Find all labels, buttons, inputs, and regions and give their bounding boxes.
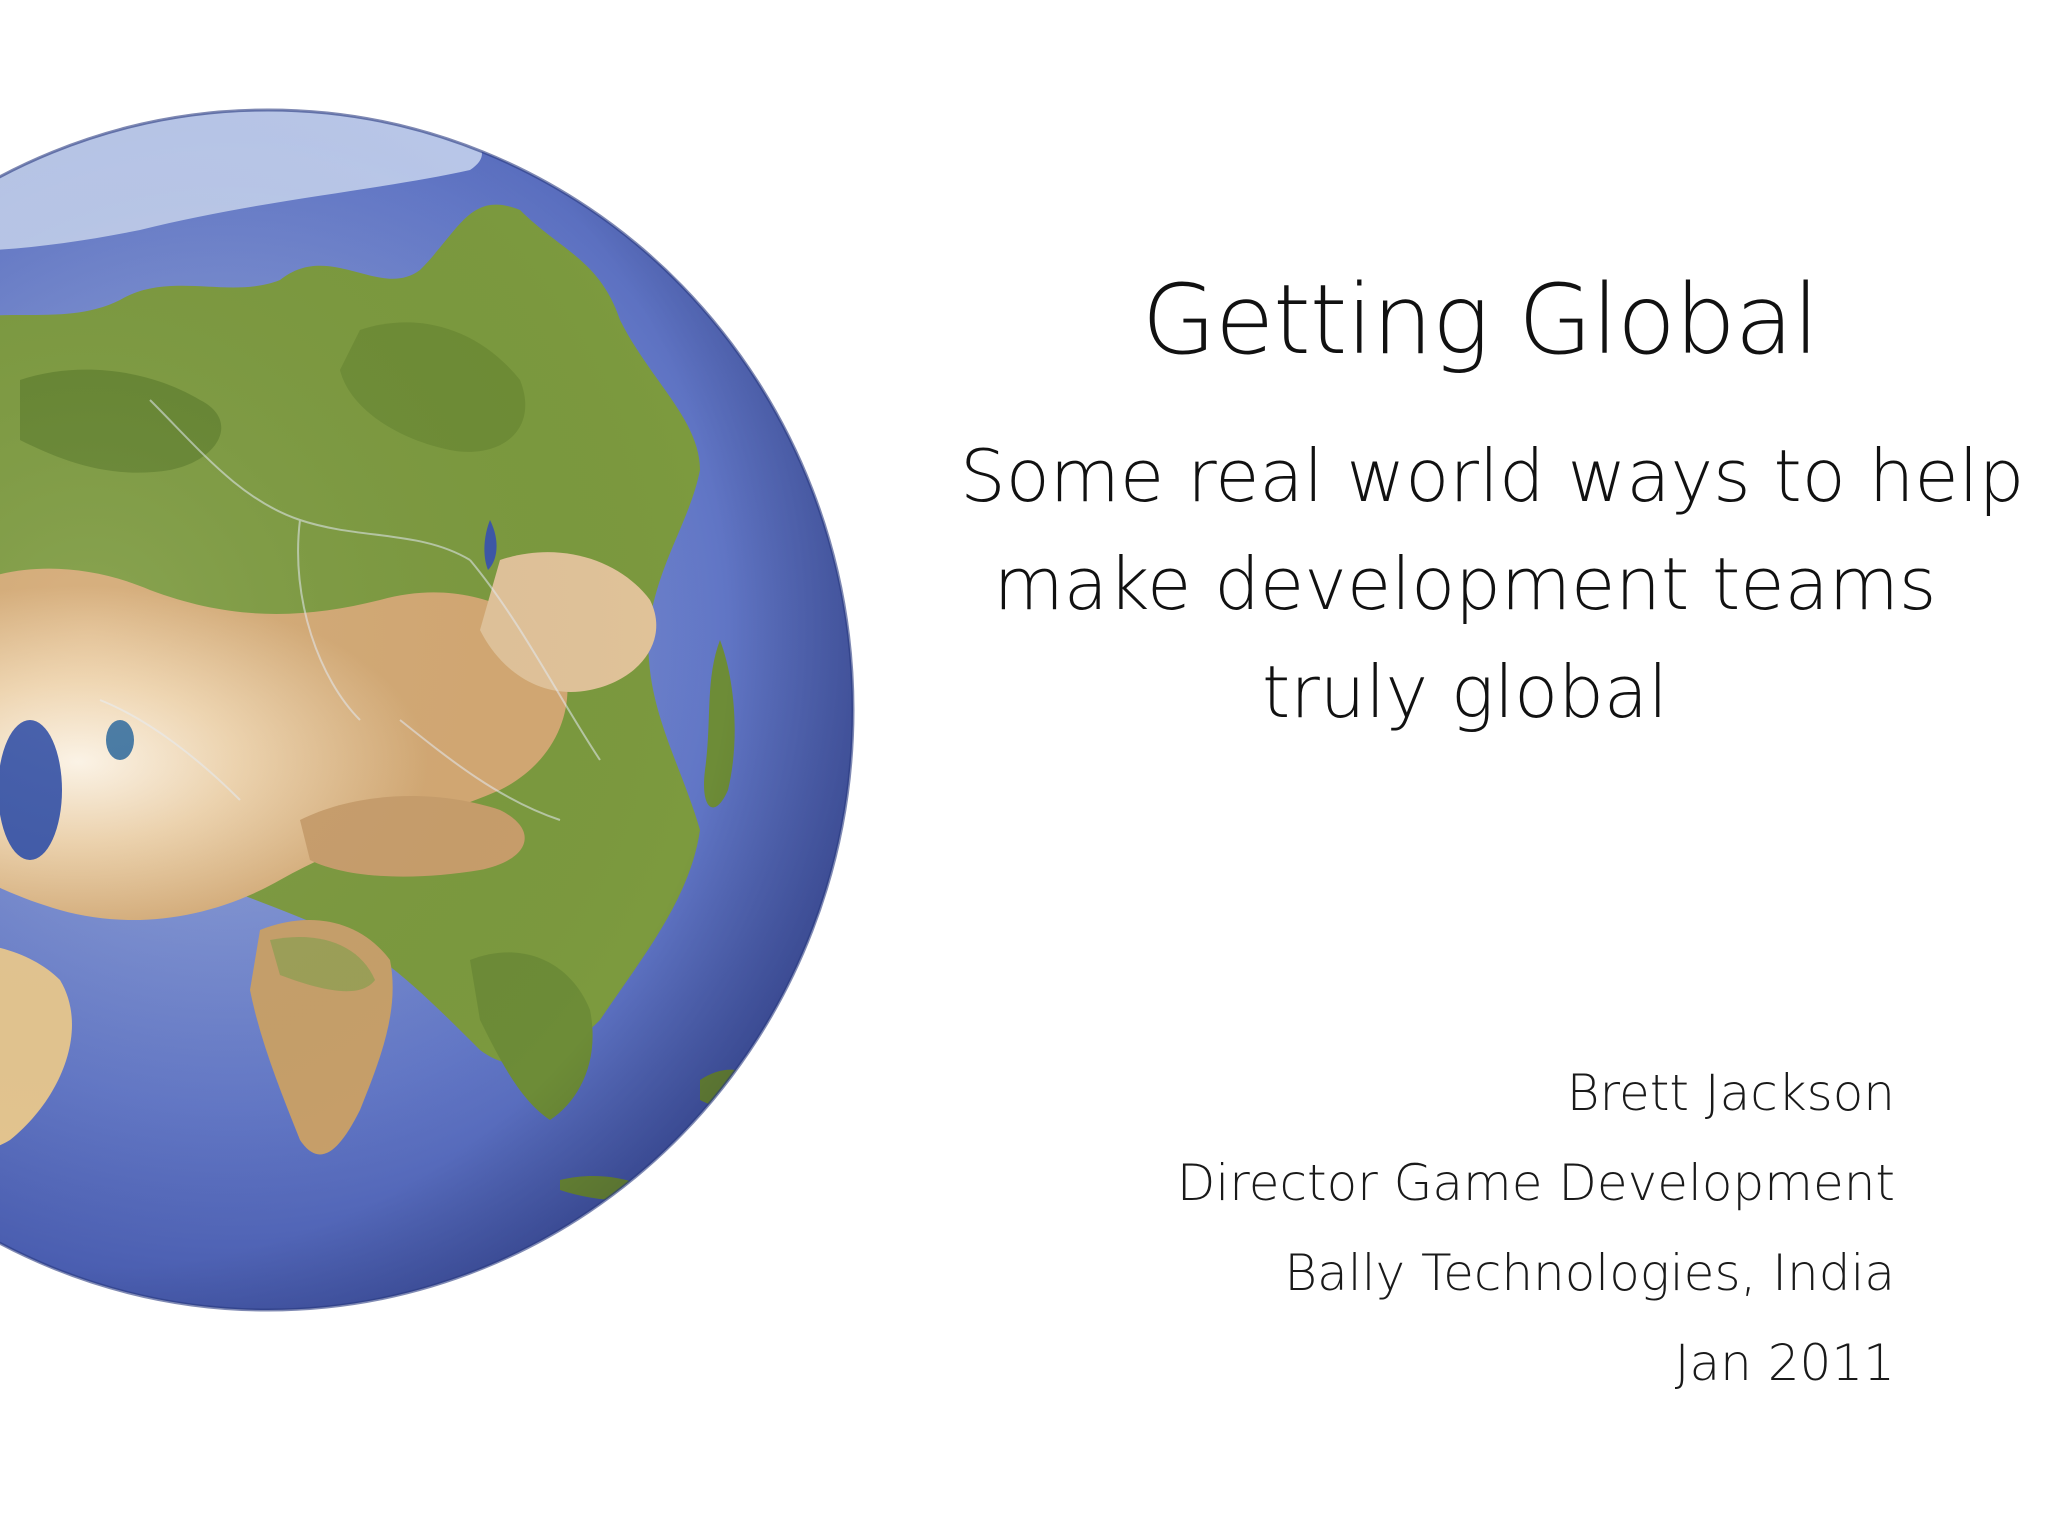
presenter-credits: Brett Jackson Director Game Development … [995, 1048, 1895, 1408]
subtitle-line: truly global [1261, 650, 1669, 734]
slide: Getting Global Some real world ways to h… [0, 0, 2048, 1536]
slide-subtitle: Some real world ways to help make develo… [960, 422, 2025, 746]
slide-title: Getting Global [1141, 264, 1820, 376]
subtitle-line: Some real world ways to help [960, 434, 2025, 518]
subtitle-line: make development teams [993, 542, 1937, 626]
presentation-date: Jan 2011 [1674, 1334, 1895, 1392]
earth-globe-image [0, 108, 855, 1312]
presenter-role: Director Game Development [1176, 1154, 1895, 1212]
presenter-name: Brett Jackson [1566, 1064, 1895, 1122]
presenter-organization: Bally Technologies, India [1284, 1244, 1895, 1302]
